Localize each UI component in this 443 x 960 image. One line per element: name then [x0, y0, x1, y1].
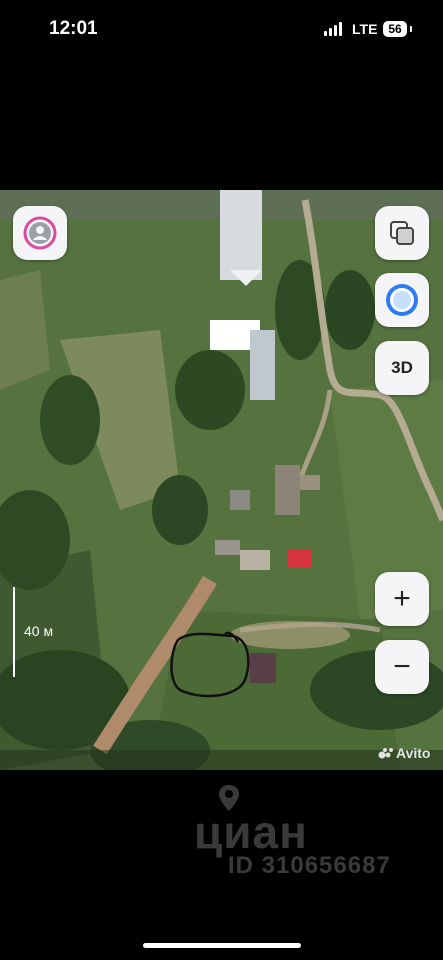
network-type: LTE	[352, 21, 378, 37]
battery-tip-icon	[410, 26, 412, 32]
scale-bar	[13, 587, 15, 677]
profile-button[interactable]	[13, 206, 67, 260]
assistant-icon	[386, 284, 418, 316]
zoom-in-button[interactable]: +	[375, 572, 429, 626]
signal-icon	[324, 22, 346, 36]
layers-icon	[390, 221, 414, 245]
watermark-logo: циан	[194, 806, 308, 858]
profile-icon	[23, 216, 57, 250]
status-time: 12:01	[49, 18, 98, 39]
attribution-text: Avito	[396, 745, 431, 761]
assistant-button[interactable]	[375, 273, 429, 327]
3d-button[interactable]: 3D	[375, 341, 429, 395]
satellite-map[interactable]: 3D + − 40 м Avito	[0, 190, 443, 770]
zoom-out-button[interactable]: −	[375, 640, 429, 694]
scale-label: 40 м	[24, 623, 54, 639]
attribution: Avito	[378, 745, 430, 761]
battery-indicator: 56	[383, 21, 407, 37]
status-bar: 12:01 LTE 56	[0, 0, 443, 60]
layers-button[interactable]	[375, 206, 429, 260]
avito-logo-icon	[378, 748, 393, 759]
home-indicator[interactable]	[143, 943, 301, 948]
watermark-id: ID 310656687	[228, 852, 391, 879]
